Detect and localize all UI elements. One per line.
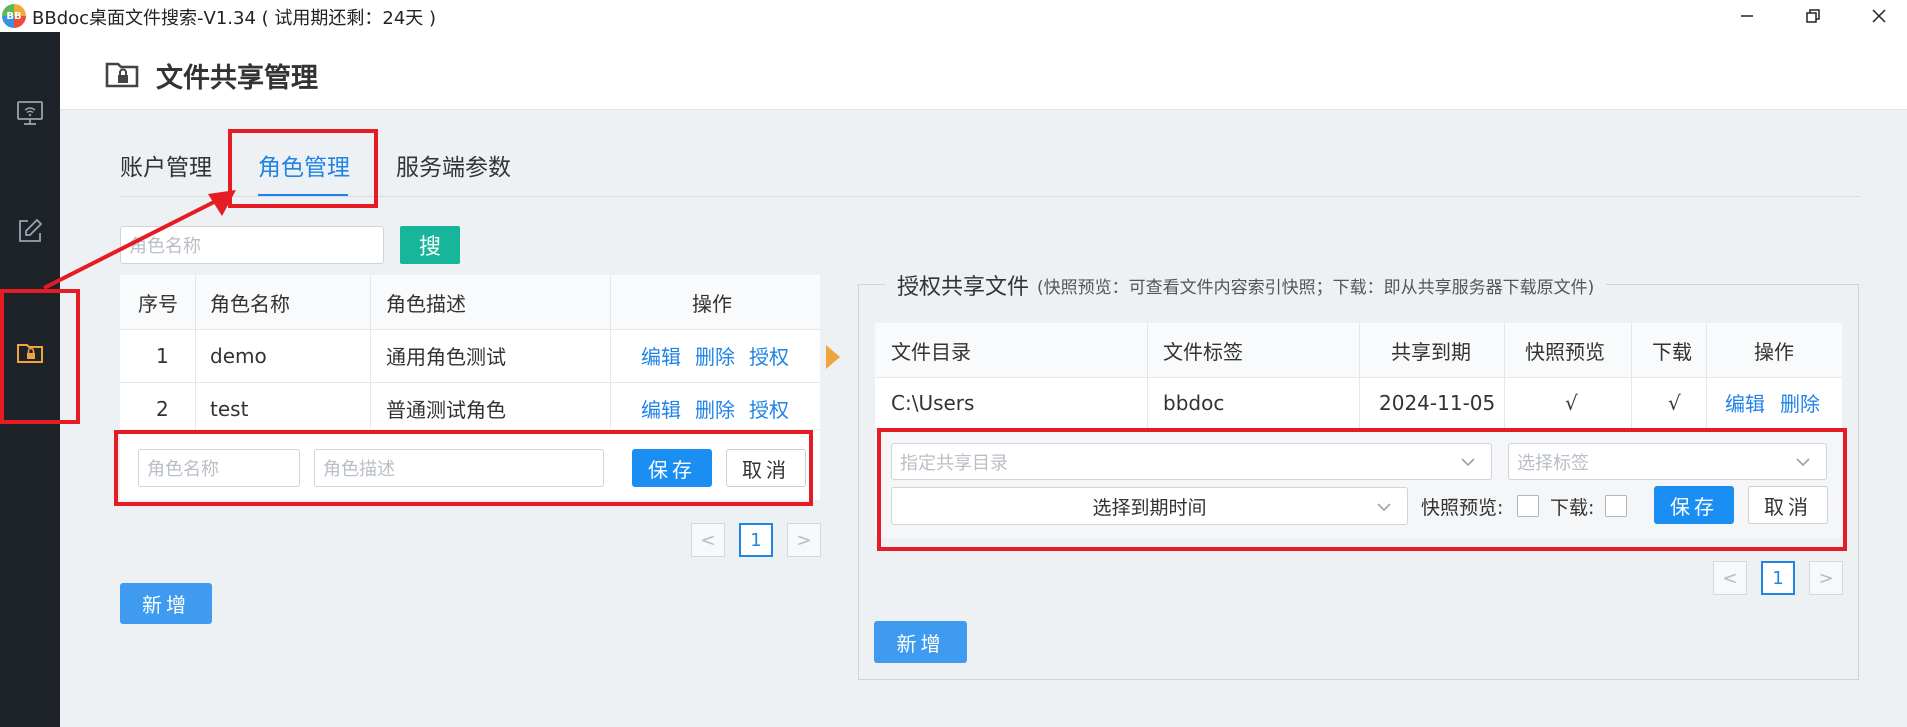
folder-lock-icon [105,62,139,88]
minimize-button[interactable] [1720,0,1774,32]
minimize-icon [1741,15,1753,17]
share-add-button[interactable]: 新增 [874,621,967,663]
table-cell-preview: √ [1565,390,1578,415]
monitor-wifi-icon [17,101,43,125]
table-cell-name: demo [210,343,267,368]
table-cell-name: test [210,396,249,421]
page-title: 文件共享管理 [156,63,318,94]
table-cell-index: 1 [156,343,169,368]
share-table: 文件目录 文件标签 共享到期 快照预览 下载 操作 C:\Users bbdoc… [875,323,1842,428]
app-logo: BB [2,4,26,28]
share-panel-legend: 授权共享文件 (快照预览：可查看文件内容索引快照；下载：即从共享服务器下载原文件… [885,268,1607,302]
window-title: BBdoc桌面文件搜索-V1.34 ( 试用期还剩：24天 ) [32,8,437,29]
delete-link[interactable]: 删除 [1780,377,1820,428]
expand-arrow-icon [826,345,840,369]
table-cell-dir: C:\Users [891,390,975,415]
column-header: 共享到期 [1391,339,1471,364]
table-cell-index: 2 [156,396,169,421]
tab-divider [120,196,1860,197]
share-panel-title: 授权共享文件 [897,275,1030,300]
annotation-box-role-edit [114,430,813,506]
table-cell-tag: bbdoc [1163,390,1225,415]
column-header: 文件标签 [1163,339,1243,364]
table-cell-desc: 普通测试角色 [386,398,506,422]
share-pager-next[interactable]: > [1809,561,1843,595]
table-cell-desc: 通用角色测试 [386,345,506,369]
page-header: 文件共享管理 [60,32,1907,110]
annotation-box-share-edit [877,428,1847,551]
annotation-arrow-icon [43,190,236,290]
close-button[interactable] [1852,0,1906,32]
table-cell-download: √ [1668,390,1681,415]
delete-link[interactable]: 删除 [695,329,735,382]
column-header: 下载 [1652,339,1692,364]
column-header: 角色描述 [386,291,466,316]
share-pager-prev[interactable]: < [1713,561,1747,595]
column-header: 操作 [1754,339,1794,364]
role-add-button[interactable]: 新增 [120,583,212,624]
role-pager-next[interactable]: > [787,523,821,557]
role-search-button[interactable]: 搜 [400,226,460,264]
column-header: 快照预览 [1525,339,1605,364]
edit-link[interactable]: 编辑 [1725,377,1765,428]
tab-server-params[interactable]: 服务端参数 [396,148,511,182]
sidebar-item-search[interactable] [15,98,45,128]
annotation-box-role-tab [228,129,378,208]
restore-button[interactable] [1786,0,1840,32]
edit-link[interactable]: 编辑 [641,329,681,382]
column-header: 操作 [692,291,732,316]
tab-account[interactable]: 账户管理 [120,148,212,182]
restore-icon [1806,9,1820,23]
table-cell-expire: 2024-11-05 [1379,390,1496,415]
authorize-link[interactable]: 授权 [749,329,789,382]
share-pager-current[interactable]: 1 [1761,561,1795,595]
close-icon [1872,9,1886,23]
authorize-link[interactable]: 授权 [749,382,789,435]
role-pager-current[interactable]: 1 [739,523,773,557]
annotation-box-sidebar [0,289,80,424]
delete-link[interactable]: 删除 [695,382,735,435]
share-panel-note: (快照预览：可查看文件内容索引快照；下载：即从共享服务器下载原文件) [1037,277,1595,298]
title-bar: BB BBdoc桌面文件搜索-V1.34 ( 试用期还剩：24天 ) [0,0,1907,32]
edit-link[interactable]: 编辑 [641,382,681,435]
role-pager-prev[interactable]: < [691,523,725,557]
column-header: 文件目录 [891,339,971,364]
